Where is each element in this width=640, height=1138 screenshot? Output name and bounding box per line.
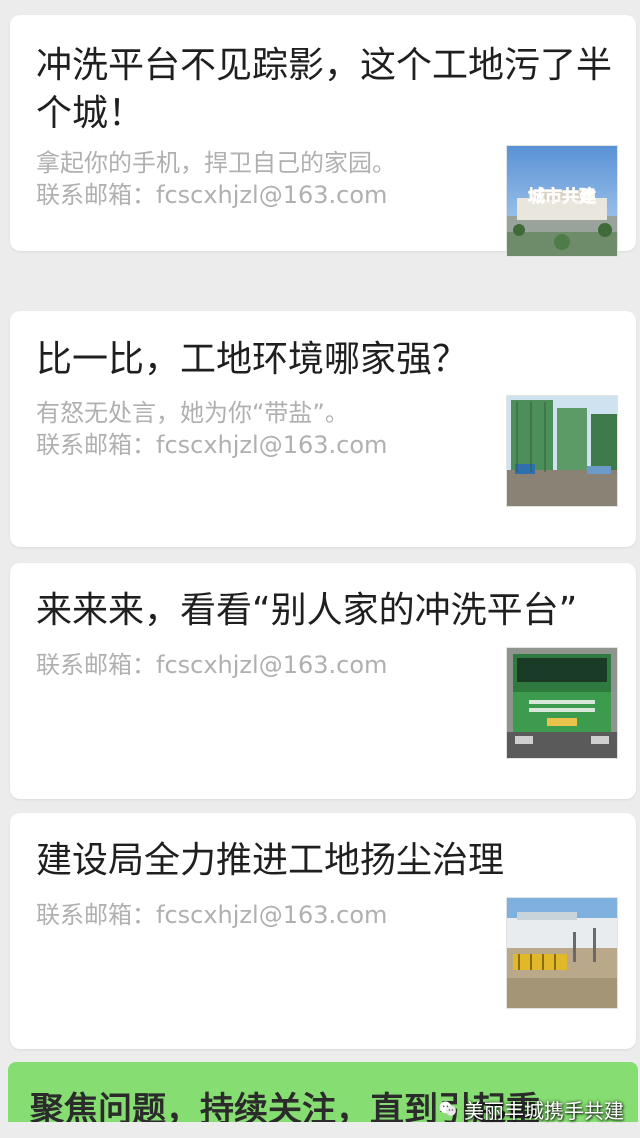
city-square-image: 城市共建 [507,146,617,256]
watermark: 美丽丰城携手共建 [438,1093,624,1125]
article-description: 联系邮箱：fcscxhjzl@163.com [36,651,388,679]
article-description: 有怒无处言，她为你“带盐”。 联系邮箱：fcscxhjzl@163.com [36,399,388,459]
article-card[interactable]: 建设局全力推进工地扬尘治理 联系邮箱：fcscxhjzl@163.com [10,813,636,1049]
watermark-text: 美丽丰城携手共建 [464,1098,624,1123]
article-thumbnail [506,647,618,759]
construction-site-image [507,396,617,506]
article-description: 拿起你的手机，捍卫自己的家园。 联系邮箱：fcscxhjzl@163.com [36,149,396,209]
article-thumbnail [506,395,618,507]
article-card[interactable]: 来来来，看看“别人家的冲洗平台” 联系邮箱：fcscxhjzl@163.com [10,563,636,799]
wechat-icon [439,1101,456,1116]
article-description: 联系邮箱：fcscxhjzl@163.com [36,901,388,929]
article-thumbnail [506,897,618,1009]
thumbnail-caption: 城市共建 [528,186,596,207]
dump-truck-image [507,648,617,758]
article-feed: 冲洗平台不见踪影，这个工地污了半个城！ 拿起你的手机，捍卫自己的家园。 联系邮箱… [0,0,640,1138]
article-thumbnail: 城市共建 [506,145,618,257]
article-title: 来来来，看看“别人家的冲洗平台” [36,590,578,631]
article-card[interactable]: 比一比，工地环境哪家强？ 有怒无处言，她为你“带盐”。 联系邮箱：fcscxhj… [10,311,636,547]
article-title: 建设局全力推进工地扬尘治理 [36,840,505,881]
article-card[interactable]: 冲洗平台不见踪影，这个工地污了半个城！ 拿起你的手机，捍卫自己的家园。 联系邮箱… [10,15,636,257]
article-title: 比一比，工地环境哪家强？ [36,339,469,380]
wash-platform-image [507,898,617,1008]
article-title: 冲洗平台不见踪影，这个工地污了半个城！ [36,45,613,134]
